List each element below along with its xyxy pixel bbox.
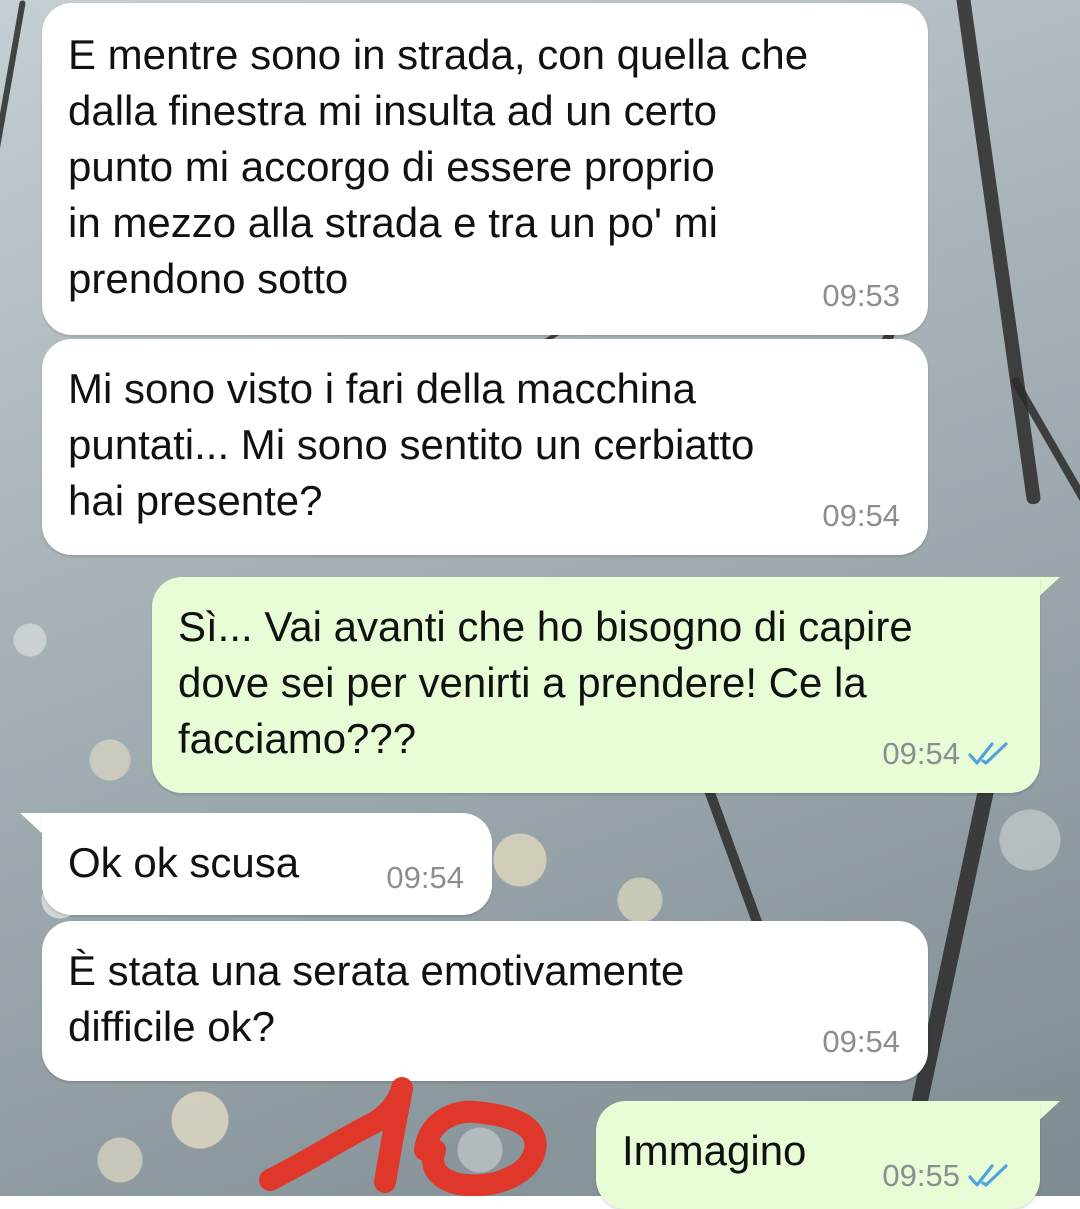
- outgoing-message-bubble[interactable]: Immagino 09:55: [596, 1101, 1040, 1209]
- message-meta: 09:55: [882, 1159, 1012, 1193]
- message-text: È stata una serata emotivamente difficil…: [68, 947, 685, 1050]
- message-text: Immagino: [622, 1127, 807, 1174]
- message-meta: 09:54: [822, 1025, 900, 1059]
- wallpaper-branch: [0, 0, 26, 297]
- message-text: Ok ok scusa: [68, 839, 300, 886]
- message-time: 09:53: [822, 278, 900, 313]
- outgoing-message-bubble[interactable]: Sì... Vai avanti che ho bisogno di capir…: [152, 577, 1040, 793]
- message-meta: 09:54: [822, 499, 900, 533]
- message-time: 09:55: [882, 1158, 960, 1193]
- message-time: 09:54: [882, 736, 960, 771]
- incoming-message-bubble[interactable]: Ok ok scusa 09:54: [42, 813, 492, 915]
- message-time: 09:54: [822, 1024, 900, 1059]
- message-text: E mentre sono in strada, con quella che …: [68, 31, 809, 302]
- message-text: Mi sono visto i fari della macchina punt…: [68, 365, 755, 524]
- wallpaper-branch: [955, 0, 1042, 505]
- double-check-read-icon: [968, 1164, 1008, 1187]
- handwritten-ten-annotation: [259, 1077, 547, 1196]
- message-meta: 09:54: [882, 737, 1012, 771]
- incoming-message-bubble[interactable]: E mentre sono in strada, con quella che …: [42, 3, 928, 335]
- message-meta: 09:54: [386, 861, 464, 895]
- double-check-read-icon: [968, 742, 1008, 765]
- message-time: 09:54: [386, 860, 464, 895]
- incoming-message-bubble[interactable]: È stata una serata emotivamente difficil…: [42, 921, 928, 1081]
- message-text: Sì... Vai avanti che ho bisogno di capir…: [178, 603, 913, 762]
- incoming-message-bubble[interactable]: Mi sono visto i fari della macchina punt…: [42, 339, 928, 555]
- message-meta: 09:53: [822, 279, 900, 313]
- message-time: 09:54: [822, 498, 900, 533]
